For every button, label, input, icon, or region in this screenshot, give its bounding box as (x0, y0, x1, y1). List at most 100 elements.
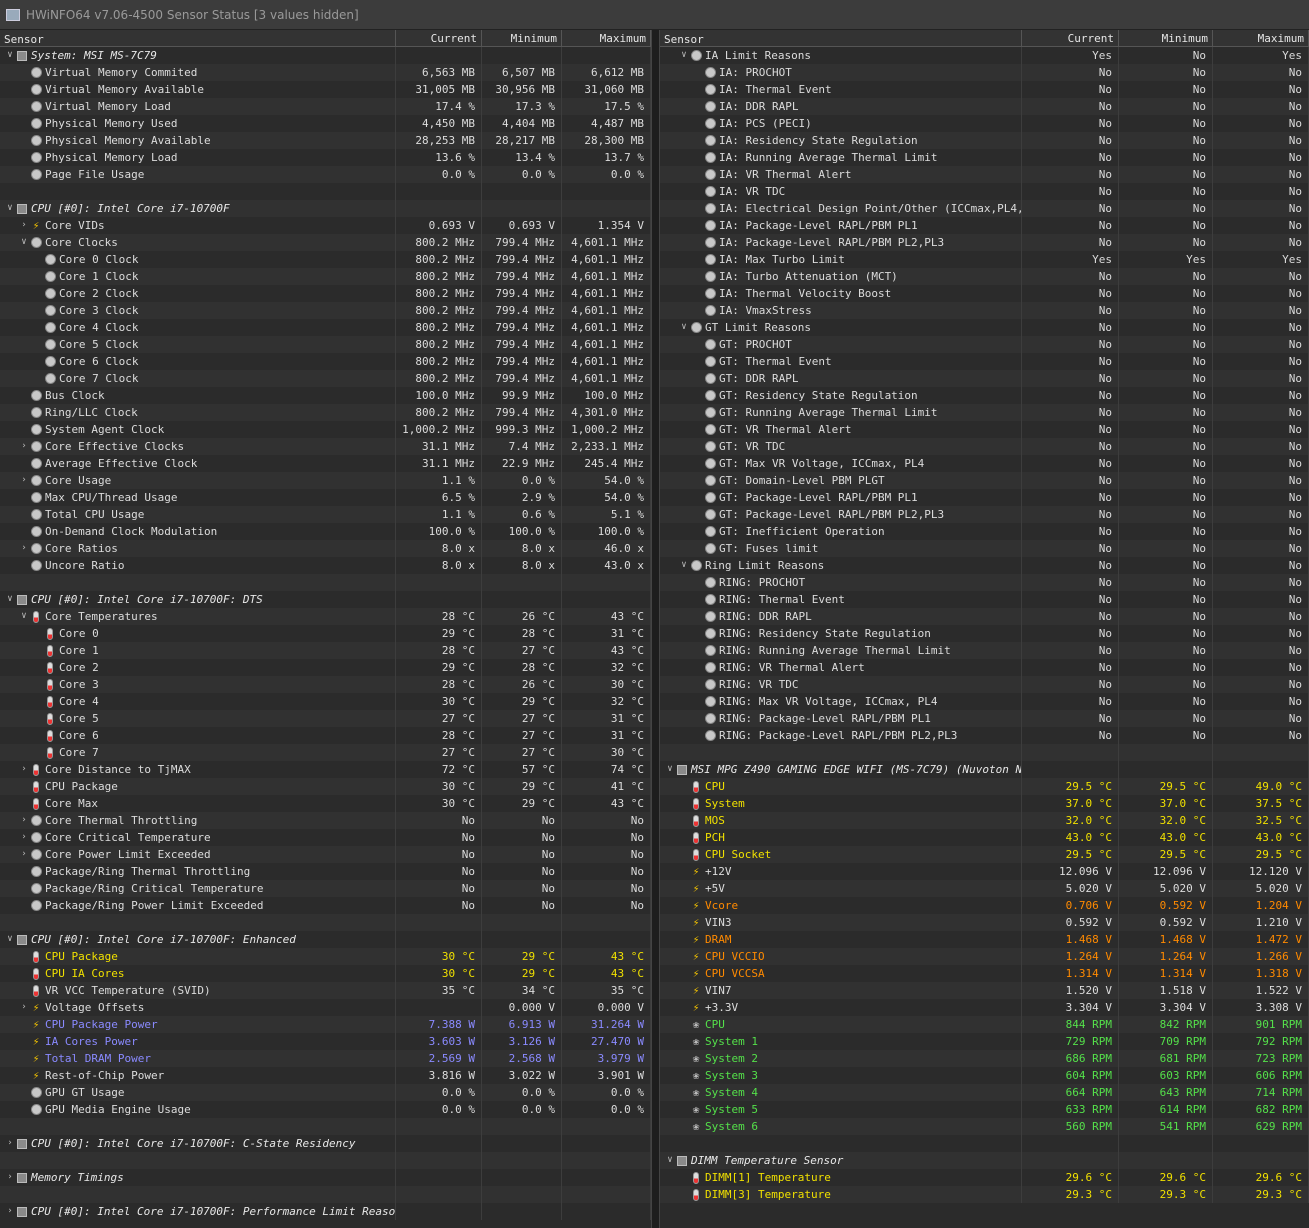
sensor-row[interactable]: GT: Fuses limit No No No (660, 540, 1309, 557)
sensor-row[interactable]: ∨ Core Clocks 800.2 MHz 799.4 MHz 4,601.1 MH… (0, 234, 651, 251)
sensor-row[interactable]: On-Demand Clock Modulation 100.0 % 100.0 %… (0, 523, 651, 540)
sensor-row[interactable]: DIMM[1] Temperature 29.6 °C 29.6 °C 29.6 °C (660, 1169, 1309, 1186)
collapse-chevron-icon[interactable]: ∨ (4, 47, 16, 64)
expand-chevron-icon[interactable]: › (18, 217, 30, 234)
collapse-chevron-icon[interactable]: ∨ (4, 931, 16, 948)
sensor-row[interactable]: ⚡ CPU VCCSA 1.314 V 1.314 V 1.318 V (660, 965, 1309, 982)
sensor-row[interactable]: GT: Thermal Event No No No (660, 353, 1309, 370)
sensor-row[interactable]: ⚡ +12V 12.096 V 12.096 V 12.120 V (660, 863, 1309, 880)
sensor-row[interactable]: ❀ System 5 633 RPM 614 RPM 682 RPM (660, 1101, 1309, 1118)
expand-chevron-icon[interactable]: › (18, 999, 30, 1016)
sensor-row[interactable]: Uncore Ratio 8.0 x 8.0 x 43.0 x (0, 557, 651, 574)
sensor-row[interactable]: ❀ CPU 844 RPM 842 RPM 901 RPM (660, 1016, 1309, 1033)
sensor-row[interactable]: GT: Package-Level RAPL/PBM PL2,PL3 No No No (660, 506, 1309, 523)
column-header-maximum[interactable]: Maximum (1213, 30, 1309, 46)
expand-chevron-icon[interactable]: › (18, 761, 30, 778)
expand-chevron-icon[interactable]: › (4, 1135, 16, 1152)
sensor-row[interactable]: Package/Ring Power Limit Exceeded No No No (0, 897, 651, 914)
sensor-row[interactable]: ⚡ CPU Package Power 7.388 W 6.913 W 31.264 W (0, 1016, 651, 1033)
sensor-row[interactable]: › Core Critical Temperature No No No (0, 829, 651, 846)
sensor-row[interactable]: VR VCC Temperature (SVID) 35 °C 34 °C 35 °C (0, 982, 651, 999)
column-header-minimum[interactable]: Minimum (1119, 30, 1213, 46)
expand-chevron-icon[interactable]: › (18, 472, 30, 489)
sensor-row[interactable]: Package/Ring Critical Temperature No No No (0, 880, 651, 897)
sensor-group-row[interactable]: ∨ System: MSI MS-7C79 (0, 47, 651, 64)
sensor-row[interactable]: Physical Memory Available 28,253 MB 28,217… (0, 132, 651, 149)
sensor-row[interactable]: Core 6 28 °C 27 °C 31 °C (0, 727, 651, 744)
sensor-row[interactable]: IA: PROCHOT No No No (660, 64, 1309, 81)
sensor-row[interactable]: › Core Power Limit Exceeded No No No (0, 846, 651, 863)
sensor-group-row[interactable]: ∨ DIMM Temperature Sensor (660, 1152, 1309, 1169)
expand-chevron-icon[interactable]: › (18, 829, 30, 846)
sensor-row[interactable]: GT: Residency State Regulation No No No (660, 387, 1309, 404)
sensor-row[interactable]: Core 7 Clock 800.2 MHz 799.4 MHz 4,601.1 MH… (0, 370, 651, 387)
expand-chevron-icon[interactable]: › (4, 1169, 16, 1186)
sensor-row[interactable]: ⚡ CPU VCCIO 1.264 V 1.264 V 1.266 V (660, 948, 1309, 965)
sensor-row[interactable]: RING: Residency State Regulation No No No (660, 625, 1309, 642)
sensor-row[interactable]: ∨ Core Temperatures 28 °C 26 °C 43 °C (0, 608, 651, 625)
sensor-row[interactable]: IA: Package-Level RAPL/PBM PL2,PL3 No No No (660, 234, 1309, 251)
sensor-group-row[interactable]: ∨ CPU [#0]: Intel Core i7-10700F: DTS (0, 591, 651, 608)
sensor-row[interactable]: IA: Electrical Design Point/Other (ICCma… (660, 200, 1309, 217)
sensor-row[interactable]: GT: Inefficient Operation No No No (660, 523, 1309, 540)
sensor-row[interactable]: CPU Package 30 °C 29 °C 43 °C (0, 948, 651, 965)
expand-chevron-icon[interactable]: › (18, 438, 30, 455)
sensor-row[interactable]: Virtual Memory Load 17.4 % 17.3 % 17.5 % (0, 98, 651, 115)
sensor-row[interactable]: ❀ System 6 560 RPM 541 RPM 629 RPM (660, 1118, 1309, 1135)
sensor-row[interactable]: RING: Thermal Event No No No (660, 591, 1309, 608)
sensor-row[interactable]: RING: DDR RAPL No No No (660, 608, 1309, 625)
collapse-chevron-icon[interactable]: ∨ (678, 47, 690, 64)
sensor-row[interactable]: Total CPU Usage 1.1 % 0.6 % 5.1 % (0, 506, 651, 523)
collapse-chevron-icon[interactable]: ∨ (664, 761, 676, 778)
sensor-row[interactable]: CPU Package 30 °C 29 °C 41 °C (0, 778, 651, 795)
sensor-row[interactable]: › Core Usage 1.1 % 0.0 % 54.0 % (0, 472, 651, 489)
sensor-row[interactable]: CPU IA Cores 30 °C 29 °C 43 °C (0, 965, 651, 982)
sensor-row[interactable]: IA: VR Thermal Alert No No No (660, 166, 1309, 183)
sensor-group-row[interactable]: › CPU [#0]: Intel Core i7-10700F: Perform… (0, 1203, 651, 1220)
sensor-row[interactable]: › Core Distance to TjMAX 72 °C 57 °C 74 °C (0, 761, 651, 778)
sensor-row[interactable]: › Core Effective Clocks 31.1 MHz 7.4 MHz 2,2… (0, 438, 651, 455)
sensor-row[interactable]: Core 3 Clock 800.2 MHz 799.4 MHz 4,601.1 MH… (0, 302, 651, 319)
sensor-row[interactable]: Virtual Memory Commited 6,563 MB 6,507 MB 6… (0, 64, 651, 81)
sensor-row[interactable]: CPU 29.5 °C 29.5 °C 49.0 °C (660, 778, 1309, 795)
collapse-chevron-icon[interactable]: ∨ (4, 591, 16, 608)
sensor-row[interactable]: System Agent Clock 1,000.2 MHz 999.3 MHz 1,… (0, 421, 651, 438)
sensor-row[interactable]: ∨ Ring Limit Reasons No No No (660, 557, 1309, 574)
sensor-row[interactable]: Core 7 27 °C 27 °C 30 °C (0, 744, 651, 761)
sensor-row[interactable]: GT: Package-Level RAPL/PBM PL1 No No No (660, 489, 1309, 506)
sensor-row[interactable]: IA: Max Turbo Limit Yes Yes Yes (660, 251, 1309, 268)
expand-chevron-icon[interactable]: › (18, 812, 30, 829)
sensor-row[interactable]: Core 2 29 °C 28 °C 32 °C (0, 659, 651, 676)
sensor-row[interactable]: IA: Package-Level RAPL/PBM PL1 No No No (660, 217, 1309, 234)
collapse-chevron-icon[interactable]: ∨ (678, 319, 690, 336)
sensor-row[interactable]: IA: Thermal Event No No No (660, 81, 1309, 98)
sensor-row[interactable]: IA: VmaxStress No No No (660, 302, 1309, 319)
sensor-row[interactable]: Core 4 Clock 800.2 MHz 799.4 MHz 4,601.1 MH… (0, 319, 651, 336)
sensor-row[interactable]: Core 4 30 °C 29 °C 32 °C (0, 693, 651, 710)
pane-splitter[interactable] (651, 30, 660, 1228)
sensor-row[interactable]: IA: PCS (PECI) No No No (660, 115, 1309, 132)
column-header-current[interactable]: Current (1022, 30, 1119, 46)
sensor-row[interactable]: ⚡ DRAM 1.468 V 1.468 V 1.472 V (660, 931, 1309, 948)
sensor-row[interactable]: Core 5 Clock 800.2 MHz 799.4 MHz 4,601.1 MH… (0, 336, 651, 353)
expand-chevron-icon[interactable]: › (18, 540, 30, 557)
sensor-row[interactable]: › ⚡ Voltage Offsets 0.000 V 0.000 V (0, 999, 651, 1016)
column-header-minimum[interactable]: Minimum (482, 30, 562, 46)
column-header-current[interactable]: Current (396, 30, 482, 46)
sensor-row[interactable]: Core 3 28 °C 26 °C 30 °C (0, 676, 651, 693)
sensor-row[interactable]: GT: Domain-Level PBM PLGT No No No (660, 472, 1309, 489)
sensor-row[interactable]: GT: Running Average Thermal Limit No No No (660, 404, 1309, 421)
sensor-row[interactable]: GT: PROCHOT No No No (660, 336, 1309, 353)
sensor-row[interactable]: ∨ GT Limit Reasons No No No (660, 319, 1309, 336)
sensor-row[interactable]: Physical Memory Used 4,450 MB 4,404 MB 4,48… (0, 115, 651, 132)
sensor-row[interactable]: IA: Residency State Regulation No No No (660, 132, 1309, 149)
collapse-chevron-icon[interactable]: ∨ (678, 557, 690, 574)
sensor-row[interactable]: Bus Clock 100.0 MHz 99.9 MHz 100.0 MHz (0, 387, 651, 404)
sensor-row[interactable]: RING: Package-Level RAPL/PBM PL2,PL3 No No… (660, 727, 1309, 744)
sensor-row[interactable]: GT: VR TDC No No No (660, 438, 1309, 455)
sensor-row[interactable]: ❀ System 4 664 RPM 643 RPM 714 RPM (660, 1084, 1309, 1101)
sensor-row[interactable]: PCH 43.0 °C 43.0 °C 43.0 °C (660, 829, 1309, 846)
sensor-row[interactable]: › Core Thermal Throttling No No No (0, 812, 651, 829)
sensor-row[interactable]: RING: VR Thermal Alert No No No (660, 659, 1309, 676)
sensor-row[interactable]: IA: Turbo Attenuation (MCT) No No No (660, 268, 1309, 285)
